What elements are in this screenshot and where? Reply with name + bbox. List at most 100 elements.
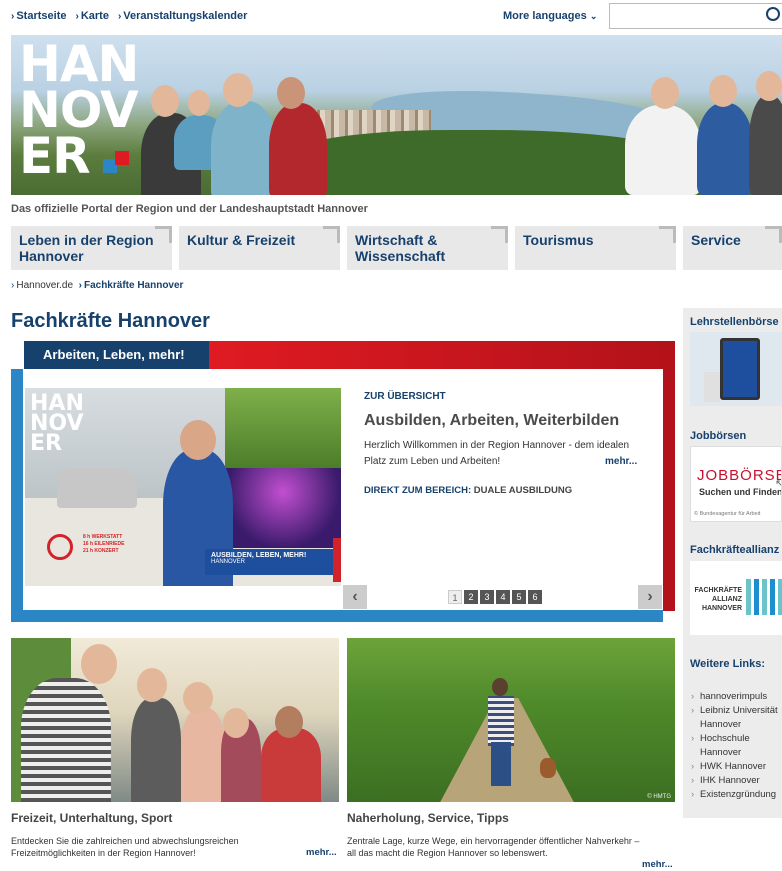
walker-figure bbox=[488, 696, 514, 746]
breadcrumb-current: Fachkräfte Hannover bbox=[83, 280, 184, 291]
caption-accent bbox=[333, 538, 341, 582]
sidebar-heading-lehrstellen[interactable]: Lehrstellenbörse bbox=[690, 316, 779, 328]
slider-page-6[interactable]: 6 bbox=[528, 590, 542, 604]
person-head bbox=[756, 71, 782, 101]
sidebar-link-hannoverimpuls[interactable]: hannoverimpuls bbox=[690, 690, 782, 704]
walker-legs bbox=[491, 742, 511, 786]
overview-link[interactable]: ZUR ÜBERSICHT bbox=[364, 391, 446, 402]
slider-page-4[interactable]: 4 bbox=[496, 590, 510, 604]
logo-square-red bbox=[115, 151, 129, 165]
caption-line: AUSBILDEN, LEBEN, MEHR! bbox=[211, 552, 307, 559]
sidebar-link-ihk[interactable]: IHK Hannover bbox=[690, 774, 782, 788]
lehrstellen-image[interactable] bbox=[690, 332, 782, 406]
slider-prev-button[interactable]: ‹ bbox=[343, 585, 367, 609]
allianz-logo-line: ALLIANZ bbox=[712, 596, 742, 603]
page-title: Fachkräfte Hannover bbox=[11, 310, 210, 332]
car-shape bbox=[57, 468, 137, 508]
person-figure bbox=[625, 105, 701, 195]
slide-direct-link[interactable]: DIREKT ZUM BEREICH: DUALE AUSBILDUNG bbox=[364, 485, 572, 496]
worker-head bbox=[180, 420, 216, 460]
teaser-more-freizeit[interactable]: mehr... bbox=[306, 847, 337, 858]
sidebar-heading-allianz: Fachkräfteallianz bbox=[690, 544, 780, 556]
person-figure bbox=[131, 698, 181, 802]
person-head bbox=[651, 77, 679, 109]
direct-value: DUALE AUSBILDUNG bbox=[473, 485, 573, 496]
search-input[interactable] bbox=[609, 3, 782, 29]
person-head bbox=[709, 75, 737, 107]
mainnav-kultur[interactable]: Kultur & Freizeit bbox=[179, 226, 340, 270]
walker-head bbox=[492, 678, 508, 696]
more-languages-button[interactable]: More languages ⌄ bbox=[503, 10, 597, 22]
jobboerse-link[interactable]: JOBBÖRSE Suchen und Finden © Bundesagent… bbox=[690, 446, 782, 522]
logo-line: ER bbox=[19, 127, 91, 185]
slide-logo-line: ER bbox=[30, 431, 62, 456]
mainnav-label: Wirtschaft & Wissenschaft bbox=[355, 232, 446, 264]
slide-image[interactable]: HAN NOV ER 8 h WERKSTATT 16 h EILENRIEDE… bbox=[25, 388, 341, 586]
slider-pagination: 1 2 3 4 5 6 bbox=[448, 590, 542, 604]
clock-icon bbox=[47, 534, 73, 560]
sidebar-heading-jobboersen: Jobbörsen bbox=[690, 430, 747, 442]
concert-panel bbox=[225, 468, 341, 548]
sidebar-link-existenzgruendung[interactable]: Existenzgründung bbox=[690, 788, 782, 802]
allianz-logo-bars bbox=[746, 579, 782, 615]
top-nav-karte[interactable]: › Karte bbox=[75, 10, 108, 22]
person-head bbox=[223, 73, 253, 107]
teaser-text-freizeit: Entdecken Sie die zahlreichen und abwech… bbox=[11, 836, 239, 858]
sidebar-link-hwk[interactable]: HWK Hannover bbox=[690, 760, 782, 774]
schedule-line: 8 h WERKSTATT bbox=[83, 534, 123, 540]
teaser-image-freizeit[interactable] bbox=[11, 638, 339, 802]
mainnav-service[interactable]: Service bbox=[683, 226, 782, 270]
person-head bbox=[183, 682, 213, 714]
top-nav-startseite[interactable]: › Startseite bbox=[11, 10, 66, 22]
top-nav-label: Karte bbox=[80, 10, 109, 22]
breadcrumb-home[interactable]: › Hannover.de bbox=[11, 280, 73, 291]
image-credit: © HMTG bbox=[647, 794, 671, 800]
mainnav-leben[interactable]: Leben in der Region Hannover bbox=[11, 226, 172, 270]
person-head bbox=[277, 77, 305, 109]
sidebar-link-hochschule[interactable]: Hochschule Hannover bbox=[690, 732, 760, 760]
person-head bbox=[188, 90, 210, 116]
jobboerse-credit: © Bundesagentur für Arbeit bbox=[694, 511, 761, 517]
allianz-link[interactable]: FACHKRÄFTE ALLIANZ HANNOVER bbox=[690, 561, 782, 635]
jobboerse-logo: JOBBÖRSE bbox=[697, 467, 782, 484]
slide-logo: HAN NOV ER bbox=[30, 393, 84, 456]
sidebar-link-leibniz[interactable]: Leibniz Universität Hannover bbox=[690, 704, 782, 732]
sidebar-links: hannoverimpuls Leibniz Universität Hanno… bbox=[690, 690, 782, 802]
slider-next-button[interactable]: › bbox=[638, 585, 662, 609]
slider-tab[interactable]: Arbeiten, Leben, mehr! bbox=[24, 341, 209, 369]
breadcrumb-label: Hannover.de bbox=[16, 280, 74, 291]
teaser-title-freizeit[interactable]: Freizeit, Unterhaltung, Sport bbox=[11, 811, 172, 825]
slider-page-5[interactable]: 5 bbox=[512, 590, 526, 604]
breadcrumb: › Hannover.de › Fachkräfte Hannover bbox=[11, 280, 184, 291]
mainnav-wirtschaft[interactable]: Wirtschaft & Wissenschaft bbox=[347, 226, 508, 270]
person-head bbox=[223, 708, 249, 738]
jobboerse-sub: Suchen und Finden bbox=[699, 487, 782, 497]
forest-panel bbox=[225, 388, 341, 468]
top-nav: › Startseite › Karte › Veranstaltungskalend… bbox=[11, 10, 247, 22]
phone-icon bbox=[720, 338, 760, 400]
chevron-left-icon: ‹ bbox=[352, 588, 358, 605]
person-figure bbox=[181, 708, 225, 802]
top-nav-veranstaltungskalender[interactable]: › Veranstaltungskalender bbox=[118, 10, 247, 22]
top-nav-label: Veranstaltungskalender bbox=[123, 10, 248, 22]
search-icon[interactable] bbox=[766, 7, 780, 21]
person-head bbox=[81, 644, 117, 684]
slider-page-3[interactable]: 3 bbox=[480, 590, 494, 604]
slider-page-1[interactable]: 1 bbox=[448, 590, 462, 604]
teaser-title-naherholung[interactable]: Naherholung, Service, Tipps bbox=[347, 811, 509, 825]
mainnav-label: Leben in der Region Hannover bbox=[19, 232, 154, 264]
slide-caption: AUSBILDEN, LEBEN, MEHR! HANNOVER bbox=[205, 549, 337, 575]
teaser-more-naherholung[interactable]: mehr... bbox=[642, 859, 673, 870]
site-tagline: Das offizielle Portal der Region und der… bbox=[11, 203, 368, 215]
slide-title: Ausbilden, Arbeiten, Weiterbilden bbox=[364, 412, 620, 429]
more-languages-label: More languages bbox=[503, 10, 587, 22]
slider-page-2[interactable]: 2 bbox=[464, 590, 478, 604]
hand-shape bbox=[704, 372, 720, 402]
teaser-image-naherholung[interactable]: © HMTG bbox=[347, 638, 675, 802]
mainnav-tourismus[interactable]: Tourismus bbox=[515, 226, 676, 270]
person-figure bbox=[261, 728, 321, 802]
person-figure bbox=[269, 103, 327, 195]
slide-more-link[interactable]: mehr... bbox=[605, 456, 637, 467]
direct-label: DIREKT ZUM BEREICH: bbox=[364, 485, 472, 496]
person-figure bbox=[21, 678, 111, 802]
